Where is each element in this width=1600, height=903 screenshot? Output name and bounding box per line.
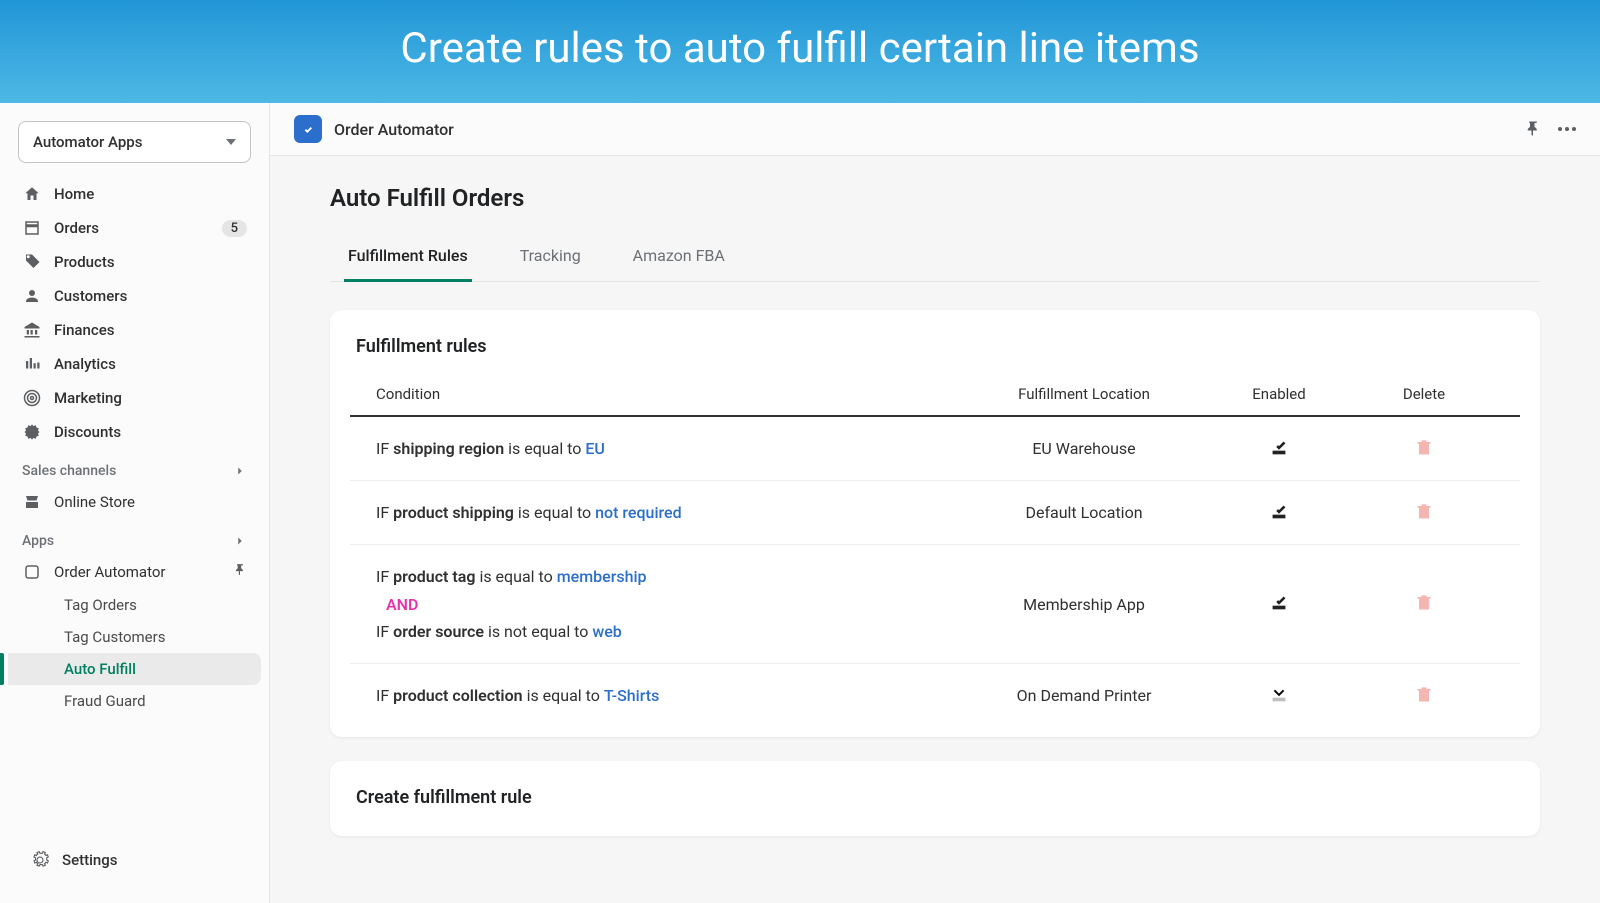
create-rule-card: Create fulfillment rule [330, 761, 1540, 836]
nav-label: Discounts [54, 423, 121, 441]
nav-label: Customers [54, 287, 127, 305]
delete-cell [1354, 592, 1494, 616]
location-cell: On Demand Printer [964, 686, 1204, 705]
apps-list: Order Automator Tag Orders Tag Customers… [0, 555, 269, 717]
caret-down-icon [226, 139, 236, 145]
rule-row: IF shipping region is equal to EUEU Ware… [350, 417, 1520, 481]
enabled-toggle[interactable] [1268, 683, 1290, 709]
trash-icon[interactable] [1414, 437, 1434, 461]
enabled-cell [1204, 436, 1354, 462]
tab-amazon-fba[interactable]: Amazon FBA [629, 236, 729, 282]
col-enabled: Enabled [1204, 385, 1354, 403]
rules-table-header: Condition Fulfillment Location Enabled D… [350, 375, 1520, 417]
pin-icon[interactable] [233, 563, 247, 581]
card-title: Create fulfillment rule [330, 787, 1540, 826]
orders-badge: 5 [222, 220, 247, 237]
app-icon [22, 562, 42, 582]
nav-settings[interactable]: Settings [16, 843, 253, 877]
location-cell: EU Warehouse [964, 439, 1204, 458]
store-selector[interactable]: Automator Apps [18, 121, 251, 163]
gear-icon [30, 850, 50, 870]
trash-icon[interactable] [1414, 592, 1434, 616]
tag-icon [22, 252, 42, 272]
discount-icon [22, 422, 42, 442]
app-tag-orders[interactable]: Tag Orders [8, 589, 261, 621]
nav-products[interactable]: Products [8, 245, 261, 279]
nav-label: Home [54, 185, 94, 203]
target-icon [22, 388, 42, 408]
channel-online-store[interactable]: Online Store [8, 485, 261, 519]
chevron-right-icon [233, 464, 247, 478]
app-order-automator[interactable]: Order Automator [8, 555, 261, 589]
delete-cell [1354, 684, 1494, 708]
pin-icon[interactable] [1524, 120, 1542, 138]
rule-row: IF product shipping is equal to not requ… [350, 481, 1520, 545]
nav-customers[interactable]: Customers [8, 279, 261, 313]
app-badge-icon [294, 115, 322, 143]
app-tag-customers[interactable]: Tag Customers [8, 621, 261, 653]
delete-cell [1354, 501, 1494, 525]
condition-cell: IF shipping region is equal to EU [376, 435, 964, 462]
location-cell: Membership App [964, 595, 1204, 614]
nav-marketing[interactable]: Marketing [8, 381, 261, 415]
bank-icon [22, 320, 42, 340]
enabled-cell [1204, 683, 1354, 709]
app-auto-fulfill[interactable]: Auto Fulfill [8, 653, 261, 685]
trash-icon[interactable] [1414, 684, 1434, 708]
enabled-toggle[interactable] [1268, 436, 1290, 462]
store-icon [22, 492, 42, 512]
page-title: Auto Fulfill Orders [330, 184, 1540, 212]
col-delete: Delete [1354, 385, 1494, 403]
main-content: Order Automator Auto Fulfill Orders Fulf… [270, 103, 1600, 903]
card-title: Fulfillment rules [330, 336, 1540, 375]
fulfillment-rules-card: Fulfillment rules Condition Fulfillment … [330, 310, 1540, 737]
condition-cell: IF product collection is equal to T-Shir… [376, 682, 964, 709]
nav-label: Analytics [54, 355, 116, 373]
enabled-toggle[interactable] [1268, 500, 1290, 526]
apps-header[interactable]: Apps [0, 519, 269, 555]
top-bar-title: Order Automator [334, 120, 1512, 139]
nav-label: Orders [54, 219, 99, 237]
delete-cell [1354, 437, 1494, 461]
col-condition: Condition [376, 385, 964, 403]
nav-analytics[interactable]: Analytics [8, 347, 261, 381]
rule-row: IF product collection is equal to T-Shir… [350, 664, 1520, 727]
enabled-toggle[interactable] [1268, 591, 1290, 617]
condition-cell: IF product tag is equal to membershipAND… [376, 563, 964, 645]
location-cell: Default Location [964, 503, 1204, 522]
enabled-cell [1204, 591, 1354, 617]
enabled-cell [1204, 500, 1354, 526]
primary-nav: Home Orders 5 Products Customers Finance… [0, 177, 269, 449]
nav-label: Finances [54, 321, 114, 339]
orders-icon [22, 218, 42, 238]
sidebar: Automator Apps Home Orders 5 Products Cu… [0, 103, 270, 903]
home-icon [22, 184, 42, 204]
nav-finances[interactable]: Finances [8, 313, 261, 347]
nav-discounts[interactable]: Discounts [8, 415, 261, 449]
chevron-right-icon [233, 534, 247, 548]
tab-tracking[interactable]: Tracking [516, 236, 585, 282]
analytics-icon [22, 354, 42, 374]
person-icon [22, 286, 42, 306]
rule-row: IF product tag is equal to membershipAND… [350, 545, 1520, 664]
top-bar: Order Automator [270, 103, 1600, 156]
hero-banner: Create rules to auto fulfill certain lin… [0, 0, 1600, 103]
store-selector-label: Automator Apps [33, 133, 142, 151]
sales-channels-list: Online Store [0, 485, 269, 519]
nav-label: Marketing [54, 389, 122, 407]
app-fraud-guard[interactable]: Fraud Guard [8, 685, 261, 717]
sales-channels-header[interactable]: Sales channels [0, 449, 269, 485]
col-location: Fulfillment Location [964, 385, 1204, 403]
tab-fulfillment-rules[interactable]: Fulfillment Rules [344, 236, 472, 282]
more-icon[interactable] [1558, 127, 1576, 131]
trash-icon[interactable] [1414, 501, 1434, 525]
tabs: Fulfillment Rules Tracking Amazon FBA [330, 236, 1540, 282]
nav-label: Products [54, 253, 115, 271]
nav-orders[interactable]: Orders 5 [8, 211, 261, 245]
condition-cell: IF product shipping is equal to not requ… [376, 499, 964, 526]
nav-home[interactable]: Home [8, 177, 261, 211]
